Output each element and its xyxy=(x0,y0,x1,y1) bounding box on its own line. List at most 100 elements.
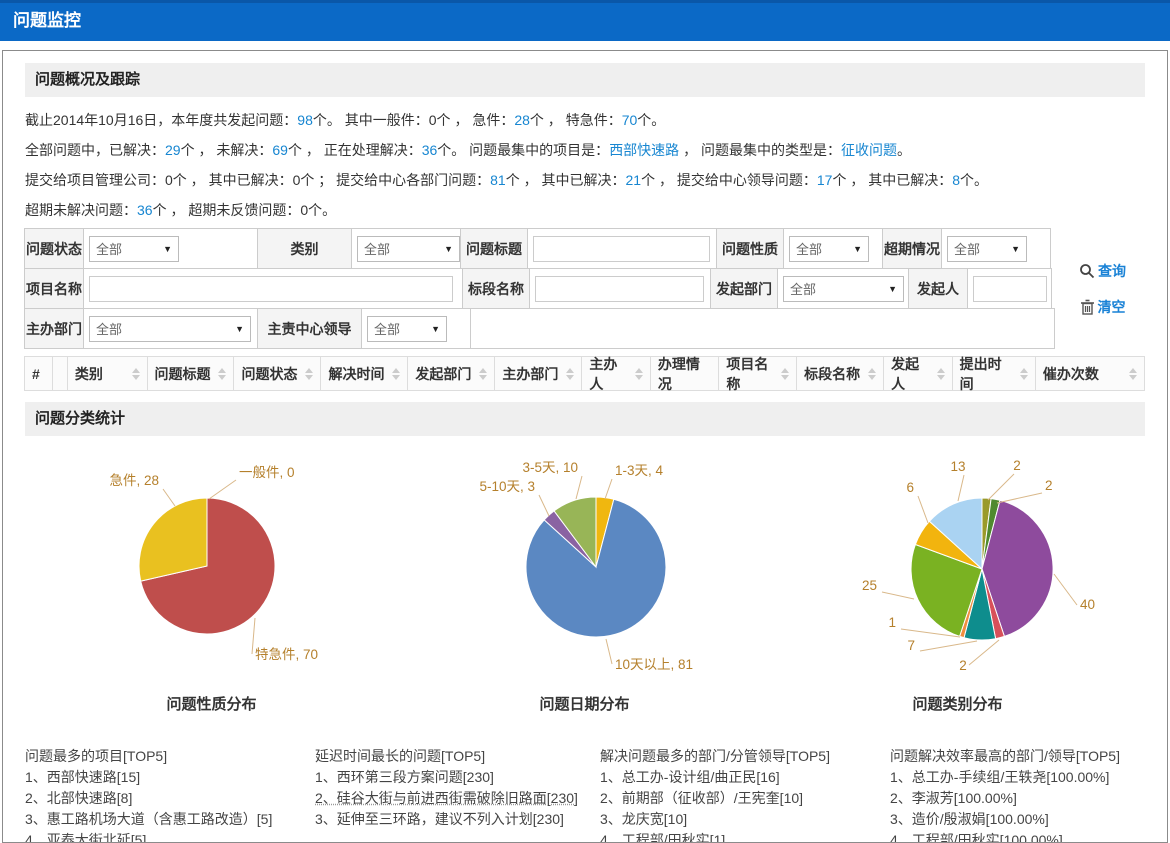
list-item[interactable]: 1、西环第三段方案问题[230] xyxy=(315,767,600,788)
column-header-问题标题[interactable]: 问题标题 xyxy=(147,356,235,391)
list-item[interactable]: 3、龙庆宽[10] xyxy=(600,809,890,830)
column-header-催办次数[interactable]: 催办次数 xyxy=(1035,356,1145,391)
list-item[interactable]: 1、西部快速路[15] xyxy=(25,767,315,788)
summary-text: 个。 xyxy=(637,112,665,128)
list-item[interactable]: 3、延伸至三环路，建议不列入计划[230] xyxy=(315,809,600,830)
callout-label: 40 xyxy=(1080,597,1095,612)
column-label: 解决时间 xyxy=(328,364,384,384)
column-header-主办部门[interactable]: 主办部门 xyxy=(494,356,582,391)
project-input[interactable] xyxy=(89,276,453,302)
filter-label-initiator: 发起人 xyxy=(908,268,968,309)
summary-link[interactable]: 西部快速路 xyxy=(609,142,679,158)
list-item[interactable]: 1、总工办-设计组/曲正民[16] xyxy=(600,767,890,788)
clear-button[interactable]: 清空 xyxy=(1080,297,1126,317)
summary-value: 36 xyxy=(137,202,153,218)
callout-label: 25 xyxy=(862,578,877,593)
title-input[interactable] xyxy=(533,236,710,262)
column-label: 催办次数 xyxy=(1043,364,1099,384)
category-select[interactable]: 全部 ▼ xyxy=(357,236,460,262)
column-header-blank xyxy=(52,356,68,391)
callout-label: 1 xyxy=(888,615,896,630)
column-header-发起部门[interactable]: 发起部门 xyxy=(407,356,495,391)
list-title: 问题最多的项目[TOP5] xyxy=(25,746,315,767)
status-select[interactable]: 全部 ▼ xyxy=(89,236,179,262)
callout-line xyxy=(969,640,999,665)
column-header-标段名称[interactable]: 标段名称 xyxy=(796,356,884,391)
list-item[interactable]: 3、惠工路机场大道（含惠工路改造）[5] xyxy=(25,809,315,830)
summary-line: 超期未解决问题：36个 ， 超期未反馈问题：0个。 xyxy=(25,195,1145,225)
filter-label-category: 类别 xyxy=(257,228,352,269)
summary-value: 69 xyxy=(272,142,288,158)
summary-value: 17 xyxy=(817,172,833,188)
callout-label: 3-5天, 10 xyxy=(522,460,578,475)
top5-lists: 问题最多的项目[TOP5]1、西部快速路[15]2、北部快速路[8]3、惠工路机… xyxy=(25,746,1145,843)
list-item[interactable]: 4、工程部/田秋实[1] xyxy=(600,830,890,843)
summary-value: 98 xyxy=(297,112,313,128)
list-item[interactable]: 2、北部快速路[8] xyxy=(25,788,315,809)
list-item[interactable]: 3、造价/殷淑娟[100.00%] xyxy=(890,809,1145,830)
column-header-项目名称[interactable]: 项目名称 xyxy=(718,356,797,391)
summary-link[interactable]: 征收问题 xyxy=(841,142,897,158)
chevron-down-icon: ▼ xyxy=(444,244,453,254)
list-item[interactable]: 2、硅谷大街与前进西街需破除旧路面[230] xyxy=(315,788,600,809)
overdue-select[interactable]: 全部 ▼ xyxy=(947,236,1027,262)
filter-label-title: 问题标题 xyxy=(460,228,528,269)
sort-icon[interactable] xyxy=(862,368,876,380)
initiator-input[interactable] xyxy=(973,276,1047,302)
sort-icon[interactable] xyxy=(931,368,945,380)
page-title: 问题监控 xyxy=(13,11,81,30)
sort-icon[interactable] xyxy=(473,368,487,380)
column-header-问题状态[interactable]: 问题状态 xyxy=(233,356,321,391)
chevron-down-icon: ▼ xyxy=(888,284,897,294)
sort-icon[interactable] xyxy=(1123,368,1137,380)
sort-icon[interactable] xyxy=(126,368,140,380)
column-label: 主办人 xyxy=(589,354,629,394)
search-button[interactable]: 查询 xyxy=(1079,261,1126,281)
column-header-提出时间[interactable]: 提出时间 xyxy=(952,356,1036,391)
sort-icon[interactable] xyxy=(629,368,643,380)
summary-line: 提交给项目管理公司：0个 ， 其中已解决：0个 ； 提交给中心各部门问题：81个… xyxy=(25,165,1145,195)
sort-icon[interactable] xyxy=(212,368,226,380)
list-item[interactable]: 1、总工办-手续组/王轶尧[100.00%] xyxy=(890,767,1145,788)
chevron-down-icon: ▼ xyxy=(163,244,172,254)
callout-line xyxy=(882,592,914,599)
filter-actions: 查询 清空 xyxy=(1060,229,1145,349)
column-header-主办人[interactable]: 主办人 xyxy=(581,356,651,391)
summary-text: 个 ， 特急件： xyxy=(530,112,622,128)
callout-line xyxy=(209,480,236,499)
nature-select[interactable]: 全部 ▼ xyxy=(789,236,869,262)
summary-value: 21 xyxy=(626,172,642,188)
callout-label: 一般件, 0 xyxy=(239,465,295,480)
list-item[interactable]: 2、李淑芳[100.00%] xyxy=(890,788,1145,809)
list-item[interactable]: 4、亚泰大街北延[5] xyxy=(25,830,315,843)
column-label: 主办部门 xyxy=(502,364,558,384)
pie-chart: 3-5天, 105-10天, 31-3天, 410天以上, 81 xyxy=(398,438,771,678)
column-label: 项目名称 xyxy=(726,354,775,394)
sort-icon[interactable] xyxy=(1014,368,1028,380)
column-header-解决时间[interactable]: 解决时间 xyxy=(320,356,408,391)
column-header-类别[interactable]: 类别 xyxy=(67,356,148,391)
sort-icon[interactable] xyxy=(775,368,789,380)
sort-icon[interactable] xyxy=(299,368,313,380)
sort-icon[interactable] xyxy=(560,368,574,380)
search-icon xyxy=(1079,263,1095,279)
sort-icon[interactable] xyxy=(386,368,400,380)
callout-line xyxy=(539,495,549,516)
pie-slice[interactable] xyxy=(139,498,207,581)
callout-line xyxy=(958,475,964,501)
chart-category: 132262540172 问题类别分布 xyxy=(771,438,1144,714)
host-dept-select[interactable]: 全部 ▼ xyxy=(89,316,251,342)
summary-text: 个。 其中一般件：0个 ， 急件： xyxy=(313,112,514,128)
center-leader-select[interactable]: 全部 ▼ xyxy=(367,316,447,342)
callout-line xyxy=(606,639,612,664)
list-item[interactable]: 4、工程部/田秋实[100.00%] xyxy=(890,830,1145,843)
chevron-down-icon: ▼ xyxy=(853,244,862,254)
list-item[interactable]: 2、前期部（征收部）/王宪奎[10] xyxy=(600,788,890,809)
from-dept-select[interactable]: 全部 ▼ xyxy=(783,276,904,302)
chart-nature: 一般件, 0急件, 28特急件, 70 问题性质分布 xyxy=(25,438,398,714)
list-title: 解决问题最多的部门/分管领导[TOP5] xyxy=(600,746,890,767)
column-header-发起人[interactable]: 发起人 xyxy=(883,356,953,391)
summary-text: 个 ， 未解决： xyxy=(181,142,273,158)
section-input[interactable] xyxy=(535,276,704,302)
column-label: 问题标题 xyxy=(155,364,211,384)
